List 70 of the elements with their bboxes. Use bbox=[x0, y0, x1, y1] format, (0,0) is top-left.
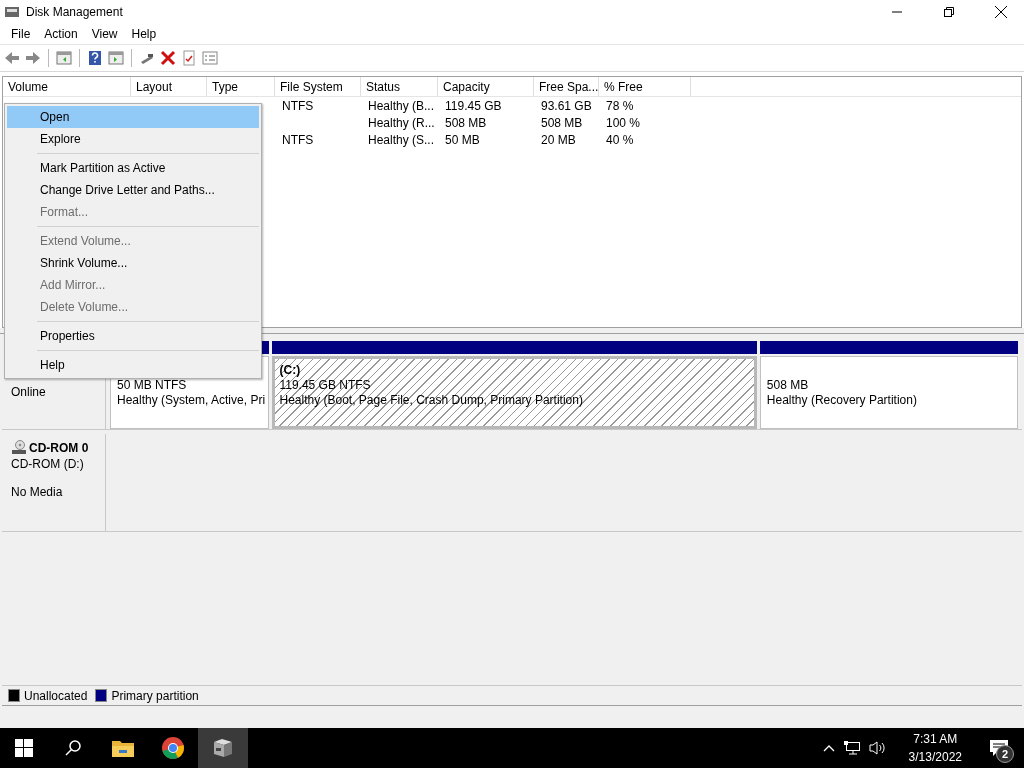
table-cell: 40 % bbox=[606, 132, 634, 147]
column-header[interactable]: Capacity bbox=[438, 77, 534, 96]
partition-size: 119.45 GB NTFS bbox=[279, 378, 372, 393]
network-icon[interactable] bbox=[842, 740, 861, 756]
table-cell: 100 % bbox=[606, 115, 641, 130]
search-icon bbox=[64, 739, 82, 757]
chevron-up-icon[interactable] bbox=[822, 744, 835, 752]
table-cell: 20 MB bbox=[541, 132, 576, 147]
table-cell: 508 MB bbox=[541, 115, 583, 130]
disk-state: Online bbox=[11, 385, 47, 399]
table-cell: Healthy (B... bbox=[368, 98, 435, 113]
disk-name: CD-ROM 0 bbox=[29, 440, 89, 455]
menu-item[interactable]: Open bbox=[7, 106, 259, 128]
table-cell: Healthy (R... bbox=[368, 115, 435, 130]
column-header[interactable]: Type bbox=[207, 77, 275, 96]
window-title: Disk Management bbox=[26, 5, 124, 19]
speaker-icon[interactable] bbox=[868, 740, 887, 756]
menu-item[interactable]: Help bbox=[124, 27, 164, 41]
partition-title: (C:) bbox=[279, 363, 302, 378]
menu-item[interactable]: Properties bbox=[7, 325, 259, 347]
table-cell: 508 MB bbox=[445, 115, 487, 130]
table-cell: Healthy (S... bbox=[368, 132, 435, 147]
menu-item[interactable]: Explore bbox=[7, 128, 259, 150]
table-cell: 93.61 GB bbox=[541, 98, 592, 113]
restore-icon bbox=[944, 7, 954, 17]
disk-state: No Media bbox=[11, 485, 64, 499]
column-header[interactable]: Status bbox=[361, 77, 438, 96]
folder-icon bbox=[111, 738, 135, 758]
partition-block[interactable]: (C:) 119.45 GB NTFS Healthy (Boot, Page File, Crash Dump, Primary Partition) bbox=[272, 356, 757, 429]
menu-item[interactable]: Action bbox=[37, 27, 85, 41]
partition-block[interactable]: 508 MB Healthy (Recovery Partition) bbox=[759, 356, 1018, 429]
clock[interactable]: 7:31 AM 3/13/2022 bbox=[894, 730, 976, 766]
close-icon bbox=[995, 6, 1007, 18]
column-header[interactable]: % Free bbox=[599, 77, 691, 96]
back-arrow-icon[interactable] bbox=[4, 50, 20, 66]
delete-icon[interactable] bbox=[160, 50, 176, 66]
legend-label: Unallocated bbox=[24, 688, 88, 703]
disk-drive-icon bbox=[4, 5, 20, 19]
console-panel-icon[interactable] bbox=[56, 50, 72, 66]
menu-item[interactable]: Change Drive Letter and Paths... bbox=[7, 179, 259, 201]
disk-drive-icon bbox=[211, 737, 235, 759]
table-cell: NTFS bbox=[282, 98, 314, 113]
notification-button[interactable]: 2 bbox=[984, 733, 1014, 763]
browser-icon bbox=[161, 736, 185, 760]
cd-drive-icon bbox=[11, 440, 27, 455]
help-icon[interactable] bbox=[87, 50, 103, 66]
forward-arrow-icon[interactable] bbox=[25, 50, 41, 66]
column-header[interactable]: Volume bbox=[3, 77, 131, 96]
check-document-icon[interactable] bbox=[181, 50, 197, 66]
disk-type: CD-ROM (D:) bbox=[11, 457, 85, 471]
table-cell: 50 MB bbox=[445, 132, 480, 147]
taskbar-button[interactable] bbox=[198, 728, 248, 768]
partition-size: 50 MB NTFS bbox=[117, 378, 188, 393]
partition-size: 508 MB bbox=[766, 378, 810, 393]
table-cell: 78 % bbox=[606, 98, 634, 113]
partition-status: Healthy (Recovery Partition) bbox=[766, 393, 918, 408]
table-cell: 119.45 GB bbox=[445, 98, 502, 113]
column-header[interactable]: Free Spa... bbox=[534, 77, 599, 96]
menu-item[interactable]: Shrink Volume... bbox=[7, 252, 259, 274]
table-cell: NTFS bbox=[282, 132, 314, 147]
menu-item[interactable]: Mark Partition as Active bbox=[7, 157, 259, 179]
column-header[interactable]: File System bbox=[275, 77, 361, 96]
menu-item[interactable]: View bbox=[84, 27, 125, 41]
partition-status: Healthy (System, Active, Pri bbox=[117, 393, 263, 408]
menu-item[interactable]: File bbox=[4, 27, 38, 41]
windows-icon bbox=[15, 739, 33, 757]
console-panel-icon[interactable] bbox=[108, 50, 124, 66]
column-header[interactable]: Layout bbox=[131, 77, 207, 96]
legend-label: Primary partition bbox=[111, 688, 199, 703]
partition-status: Healthy (Boot, Page File, Crash Dump, Primary Partition) bbox=[279, 393, 584, 408]
